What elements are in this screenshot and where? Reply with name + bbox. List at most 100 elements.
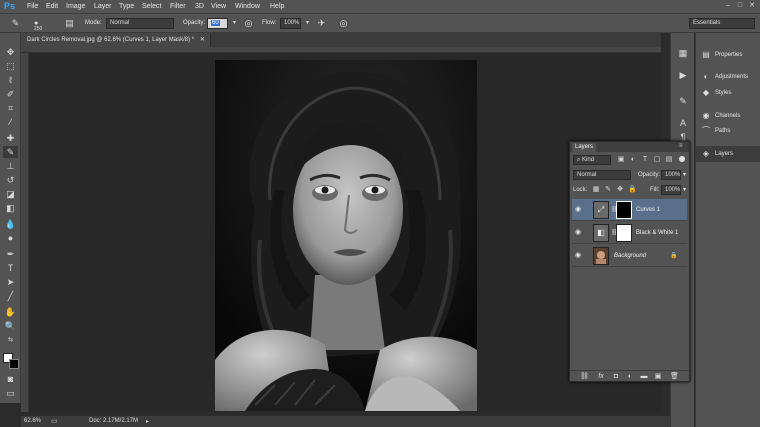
gradient-tool-icon[interactable]: ◧ — [3, 202, 18, 214]
layers-tab[interactable]: Layers — [572, 143, 596, 152]
visibility-eye-icon[interactable]: ◉ — [575, 229, 583, 237]
filter-shape-icon[interactable]: ▢ — [653, 156, 661, 164]
layer-row[interactable]: ◉ ⤢ ⛓ Curves 1 — [572, 199, 687, 221]
layer-name[interactable]: Curves 1 — [636, 207, 660, 213]
mode-select[interactable]: Normal — [106, 18, 174, 29]
brush-tool-preset-icon[interactable]: ✎ — [10, 18, 21, 29]
menu-select[interactable]: Select — [142, 3, 161, 10]
default-colors-icon[interactable]: ⇆ — [3, 334, 18, 346]
screen-mode-icon[interactable]: ▭ — [3, 387, 18, 399]
close-tab-icon[interactable]: ✕ — [200, 37, 205, 43]
flow-dropdown-icon[interactable]: ▾ — [302, 18, 313, 29]
history-panel-icon[interactable]: ▦ — [677, 47, 689, 59]
layer-name[interactable]: Black & White 1 — [636, 230, 678, 236]
move-tool-icon[interactable]: ✥ — [3, 46, 18, 58]
brush-panel-toggle-icon[interactable]: ▤ — [64, 18, 75, 29]
layer-style-icon[interactable]: fx — [597, 373, 605, 381]
filter-smart-object-icon[interactable]: ▤ — [665, 156, 673, 164]
channels-panel-button[interactable]: ◉ Channels — [696, 108, 760, 124]
brush-presets-icon[interactable]: ✎ — [677, 95, 689, 107]
menu-image[interactable]: Image — [66, 3, 85, 10]
shape-tool-icon[interactable]: ╱ — [3, 290, 18, 302]
styles-panel-button[interactable]: ◆ Styles — [696, 85, 760, 101]
blur-tool-icon[interactable]: 💧 — [3, 218, 18, 230]
filter-type-icon[interactable]: T — [641, 156, 649, 164]
menu-help[interactable]: Help — [270, 3, 284, 10]
menu-layer[interactable]: Layer — [94, 3, 112, 10]
dodge-tool-icon[interactable]: ● — [3, 232, 18, 244]
pen-tool-icon[interactable]: ✒ — [3, 248, 18, 260]
menu-type[interactable]: Type — [119, 3, 134, 10]
fill-input[interactable]: 100% — [661, 185, 681, 195]
airbrush-icon[interactable]: ✈ — [316, 18, 327, 29]
filter-toggle-icon[interactable] — [679, 156, 685, 162]
delete-layer-icon[interactable]: 🗑 — [670, 373, 679, 381]
layer-mask-thumbnail[interactable] — [616, 201, 632, 219]
menu-file[interactable]: File — [27, 3, 38, 10]
status-menu-arrow-icon[interactable]: ▸ — [146, 418, 149, 425]
lock-transparent-icon[interactable]: ▦ — [592, 186, 600, 194]
lasso-tool-icon[interactable]: ℓ — [3, 74, 18, 86]
marquee-tool-icon[interactable]: ⬚ — [3, 60, 18, 72]
opacity-dropdown-icon[interactable]: ▾ — [229, 18, 240, 29]
zoom-level[interactable]: 62.6% — [24, 418, 41, 424]
hand-tool-icon[interactable]: ✋ — [3, 306, 18, 318]
filter-pixel-icon[interactable]: ▣ — [617, 156, 625, 164]
new-group-icon[interactable]: ▬ — [640, 373, 648, 381]
pressure-opacity-icon[interactable]: ◎ — [243, 18, 254, 29]
new-adjustment-layer-icon[interactable]: ◐ — [626, 373, 634, 381]
brush-size-picker[interactable]: ● 250 — [34, 18, 45, 32]
clone-stamp-tool-icon[interactable]: ⊥ — [3, 160, 18, 172]
background-color-swatch[interactable] — [9, 359, 19, 369]
type-tool-icon[interactable]: T — [3, 262, 18, 274]
quick-mask-icon[interactable]: ◙ — [3, 373, 18, 385]
restore-button[interactable]: □ — [736, 2, 744, 10]
document-tab[interactable]: Dark Circles Removal.jpg @ 62.6% (Curves… — [21, 33, 211, 47]
lock-image-icon[interactable]: ✎ — [604, 186, 612, 194]
layer-mask-thumbnail[interactable] — [616, 224, 632, 242]
layer-opacity-dropdown-icon[interactable]: ▾ — [683, 171, 686, 178]
layers-panel-button[interactable]: ◈ Layers — [696, 146, 760, 162]
new-layer-icon[interactable]: ▣ — [654, 373, 662, 381]
document-image[interactable] — [215, 60, 477, 411]
filter-adjustment-icon[interactable]: ◐ — [629, 156, 637, 164]
brush-tool-icon[interactable]: ✎ — [3, 146, 18, 158]
menu-view[interactable]: View — [211, 3, 226, 10]
lock-position-icon[interactable]: ✥ — [616, 186, 624, 194]
layer-opacity-input[interactable]: 100% — [661, 170, 681, 180]
paths-panel-button[interactable]: ⌒ Paths — [696, 123, 760, 139]
layer-name[interactable]: Background — [614, 253, 646, 259]
add-mask-icon[interactable]: ◘ — [612, 373, 620, 381]
menu-3d[interactable]: 3D — [195, 3, 204, 10]
menu-window[interactable]: Window — [235, 3, 260, 10]
history-brush-tool-icon[interactable]: ↺ — [3, 174, 18, 186]
actions-panel-icon[interactable]: ▶ — [677, 69, 689, 81]
adjustments-panel-button[interactable]: ◐ Adjustments — [696, 69, 760, 85]
properties-panel-button[interactable]: ▤ Properties — [696, 47, 760, 63]
zoom-tool-icon[interactable]: 🔍 — [3, 320, 18, 332]
opacity-input[interactable]: 60 — [207, 18, 228, 29]
layer-row[interactable]: ◉ ◧ ⛓ Black & White 1 — [572, 222, 687, 244]
character-panel-icon[interactable]: A — [677, 117, 689, 129]
fill-dropdown-icon[interactable]: ▾ — [683, 186, 686, 193]
visibility-eye-icon[interactable]: ◉ — [575, 252, 583, 260]
eyedropper-tool-icon[interactable]: ⁄ — [3, 116, 18, 128]
close-window-button[interactable]: ✕ — [748, 2, 756, 10]
workspace-select[interactable]: Essentials — [689, 18, 755, 29]
healing-brush-tool-icon[interactable]: ✚ — [3, 132, 18, 144]
layer-row[interactable]: ◉ Background 🔒 — [572, 245, 687, 267]
visibility-eye-icon[interactable]: ◉ — [575, 206, 583, 214]
quick-selection-tool-icon[interactable]: ✐ — [3, 88, 18, 100]
link-layers-icon[interactable]: ⛓ — [580, 373, 589, 381]
crop-tool-icon[interactable]: ⌗ — [3, 102, 18, 114]
panel-menu-icon[interactable]: ≡ — [679, 143, 683, 149]
minimize-button[interactable]: – — [724, 2, 732, 10]
status-info-icon[interactable]: ▭ — [51, 417, 58, 425]
path-selection-tool-icon[interactable]: ➤ — [3, 276, 18, 288]
flow-input[interactable]: 100% — [280, 18, 301, 29]
menu-edit[interactable]: Edit — [46, 3, 58, 10]
blend-mode-select[interactable]: Normal — [573, 170, 631, 180]
eraser-tool-icon[interactable]: ◪ — [3, 188, 18, 200]
lock-all-icon[interactable]: 🔒 — [628, 186, 637, 194]
menu-filter[interactable]: Filter — [170, 3, 186, 10]
